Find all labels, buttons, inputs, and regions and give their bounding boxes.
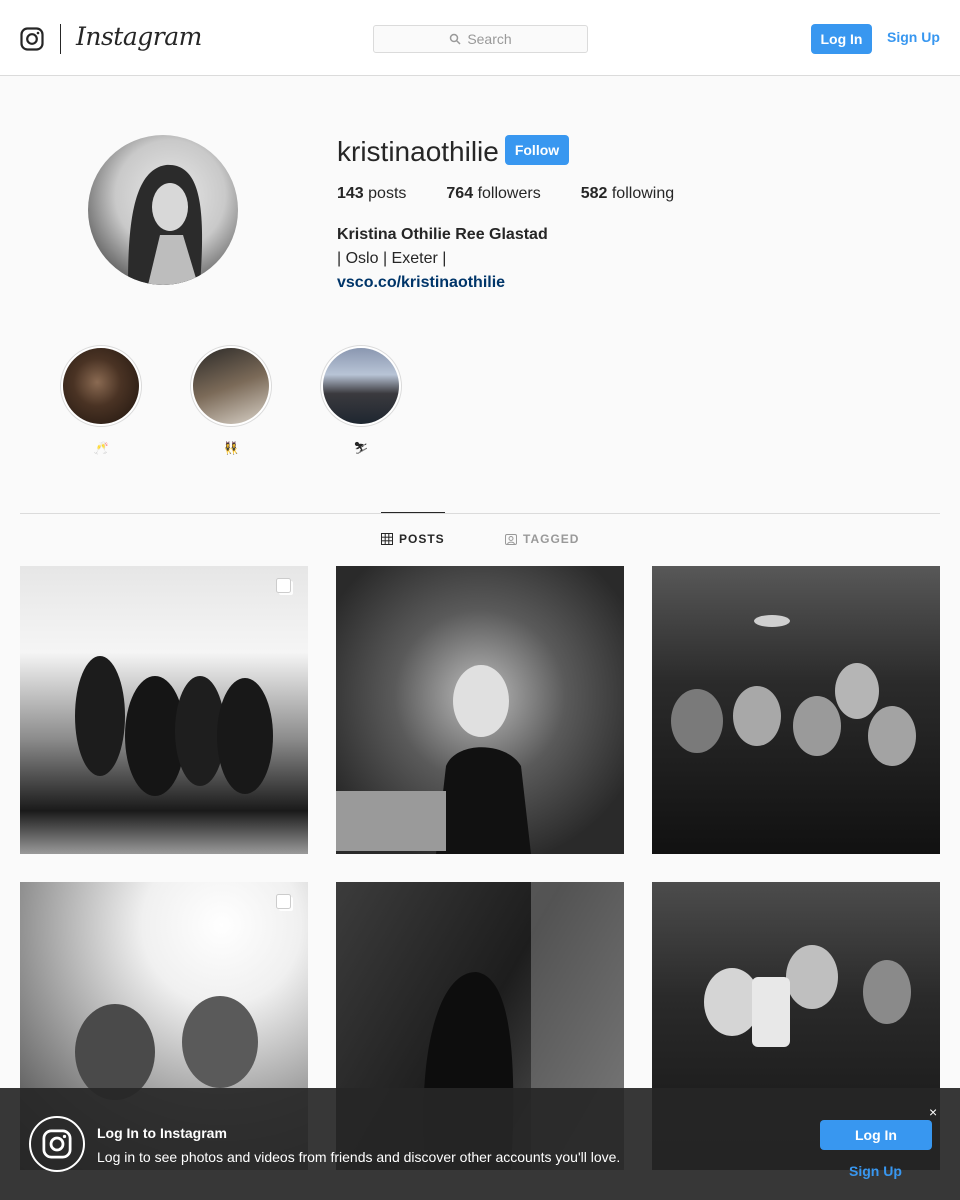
instagram-camera-icon: [29, 1116, 85, 1172]
post-thumbnail[interactable]: [652, 566, 940, 854]
highlight-ring: [190, 345, 272, 427]
tab-tagged[interactable]: TAGGED: [505, 532, 579, 546]
carousel-icon: [276, 894, 293, 911]
banner-login-button[interactable]: Log In: [820, 1120, 932, 1150]
follow-button[interactable]: Follow: [505, 135, 569, 165]
profile-stats: 143 posts 764 followers 582 following: [337, 185, 714, 203]
story-highlight[interactable]: 🥂: [59, 345, 143, 455]
highlight-cover: [63, 348, 139, 424]
highlight-cover: [323, 348, 399, 424]
stat-following[interactable]: 582 following: [581, 185, 674, 203]
highlight-label: ⛷: [353, 441, 369, 455]
post-thumbnail[interactable]: [20, 566, 308, 854]
tagged-icon: [505, 534, 517, 545]
highlight-cover: [193, 348, 269, 424]
post-photo: [336, 665, 531, 854]
highlight-label: 🥂: [93, 441, 109, 455]
grid-icon: [381, 533, 393, 545]
search-icon: [450, 33, 461, 45]
tab-divider: [20, 513, 940, 514]
login-banner: Log In to Instagram Log in to see photos…: [0, 1088, 960, 1200]
top-nav: Instagram Search Log In Sign Up: [0, 0, 960, 76]
search-input[interactable]: Search: [373, 25, 588, 53]
instagram-wordmark[interactable]: Instagram: [76, 22, 202, 51]
post-photo: [671, 615, 916, 766]
banner-signup-link[interactable]: Sign Up: [849, 1163, 902, 1179]
stat-followers[interactable]: 764 followers: [446, 185, 540, 203]
banner-text: Log in to see photos and videos from fri…: [97, 1149, 621, 1165]
highlight-ring: [60, 345, 142, 427]
profile-full-name: Kristina Othilie Ree Glastad: [337, 226, 548, 243]
instagram-camera-icon[interactable]: [20, 27, 44, 51]
carousel-icon: [276, 578, 293, 595]
post-thumbnail[interactable]: [336, 566, 624, 854]
close-icon[interactable]: ×: [929, 1104, 937, 1120]
story-highlight[interactable]: ⛷: [319, 345, 403, 455]
highlight-label: 👯‍♀️: [223, 441, 239, 455]
post-photo: [75, 656, 273, 796]
tab-tagged-label: TAGGED: [523, 532, 580, 546]
active-tab-indicator: [381, 512, 445, 513]
profile-avatar: [88, 135, 238, 285]
tab-posts[interactable]: POSTS: [381, 532, 445, 546]
profile-website-link[interactable]: vsco.co/kristinaothilie: [337, 274, 505, 292]
nav-divider: [60, 24, 61, 54]
login-button[interactable]: Log In: [811, 24, 872, 54]
signup-link[interactable]: Sign Up: [887, 29, 940, 45]
story-highlight[interactable]: 👯‍♀️: [189, 345, 273, 455]
profile-username: kristinaothilie: [337, 136, 499, 167]
tab-posts-label: POSTS: [399, 532, 445, 546]
highlight-ring: [320, 345, 402, 427]
banner-title: Log In to Instagram: [97, 1125, 227, 1141]
stat-posts: 143 posts: [337, 185, 407, 202]
search-placeholder: Search: [467, 31, 512, 47]
profile-bio: | Oslo | Exeter |: [337, 250, 447, 267]
